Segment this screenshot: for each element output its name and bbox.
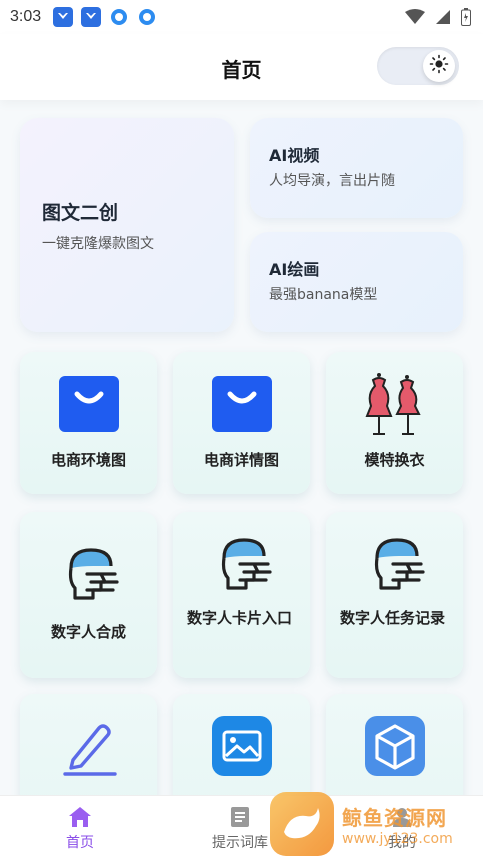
- nav-item-home[interactable]: 首页: [20, 796, 140, 859]
- tile-ecommerce-detail[interactable]: 电商详情图: [173, 352, 310, 494]
- remix-card-title: 图文二创: [42, 202, 119, 224]
- shopping-bag-icon: [57, 374, 121, 438]
- document-icon: [230, 806, 250, 832]
- sun-icon: [429, 54, 449, 78]
- tile-digital-human-compose[interactable]: 数字人合成: [20, 512, 157, 678]
- ai-draw-card[interactable]: AI绘画 最强banana模型: [250, 232, 463, 332]
- notification-app-icon: [81, 7, 102, 27]
- tile-label: 模特换衣: [364, 451, 425, 469]
- remix-card[interactable]: 图文二创 一键克隆爆款图文: [20, 118, 234, 332]
- shopping-bag-icon: [210, 374, 274, 438]
- cube-icon: [363, 716, 427, 782]
- toggle-knob: [423, 50, 455, 82]
- tile-label: 电商环境图: [50, 451, 126, 469]
- nav-label: 首页: [66, 835, 94, 851]
- tile-label: 电商详情图: [203, 451, 279, 469]
- tile-digital-human-card[interactable]: 数字人卡片入口: [173, 512, 310, 678]
- digital-human-icon: [57, 542, 121, 608]
- ai-draw-card-subtitle: 最强banana模型: [269, 287, 378, 303]
- remix-card-subtitle: 一键克隆爆款图文: [42, 236, 154, 252]
- tile-label: 数字人合成: [50, 623, 126, 641]
- ai-video-card-subtitle: 人均导演，言出片随: [269, 173, 395, 189]
- digital-human-icon: [210, 532, 274, 598]
- battery-icon: [461, 8, 471, 30]
- ai-video-card[interactable]: AI视频 人均导演，言出片随: [250, 118, 463, 218]
- notification-app-icon: [109, 7, 129, 27]
- status-bar: 3:03: [0, 0, 483, 34]
- whale-logo-icon: [270, 792, 334, 856]
- watermark: 鲸鱼资源网 www.jy123.com: [270, 792, 453, 856]
- status-time: 3:03: [10, 8, 42, 25]
- tile-label: 数字人任务记录: [340, 609, 446, 627]
- pencil-icon: [59, 716, 119, 780]
- signal-icon: [435, 9, 451, 29]
- notification-app-icon: [137, 7, 157, 27]
- tile-digital-human-tasks[interactable]: 数字人任务记录: [326, 512, 463, 678]
- tile-label: 数字人卡片入口: [187, 609, 293, 627]
- wifi-icon: [405, 9, 425, 29]
- notification-app-icon: [53, 7, 74, 27]
- tile-model-outfit[interactable]: 模特换衣: [326, 352, 463, 494]
- tile-ecommerce-scene[interactable]: 电商环境图: [20, 352, 157, 494]
- home-icon: [68, 806, 92, 832]
- digital-human-icon: [363, 532, 427, 598]
- mannequin-icon: [363, 372, 427, 442]
- ai-video-card-title: AI视频: [269, 146, 320, 165]
- watermark-url: www.jy123.com: [342, 830, 453, 847]
- theme-toggle[interactable]: [377, 47, 459, 85]
- app-header: 首页: [0, 34, 483, 100]
- watermark-name: 鲸鱼资源网: [342, 805, 447, 830]
- ai-draw-card-title: AI绘画: [269, 260, 320, 279]
- image-icon: [210, 716, 274, 782]
